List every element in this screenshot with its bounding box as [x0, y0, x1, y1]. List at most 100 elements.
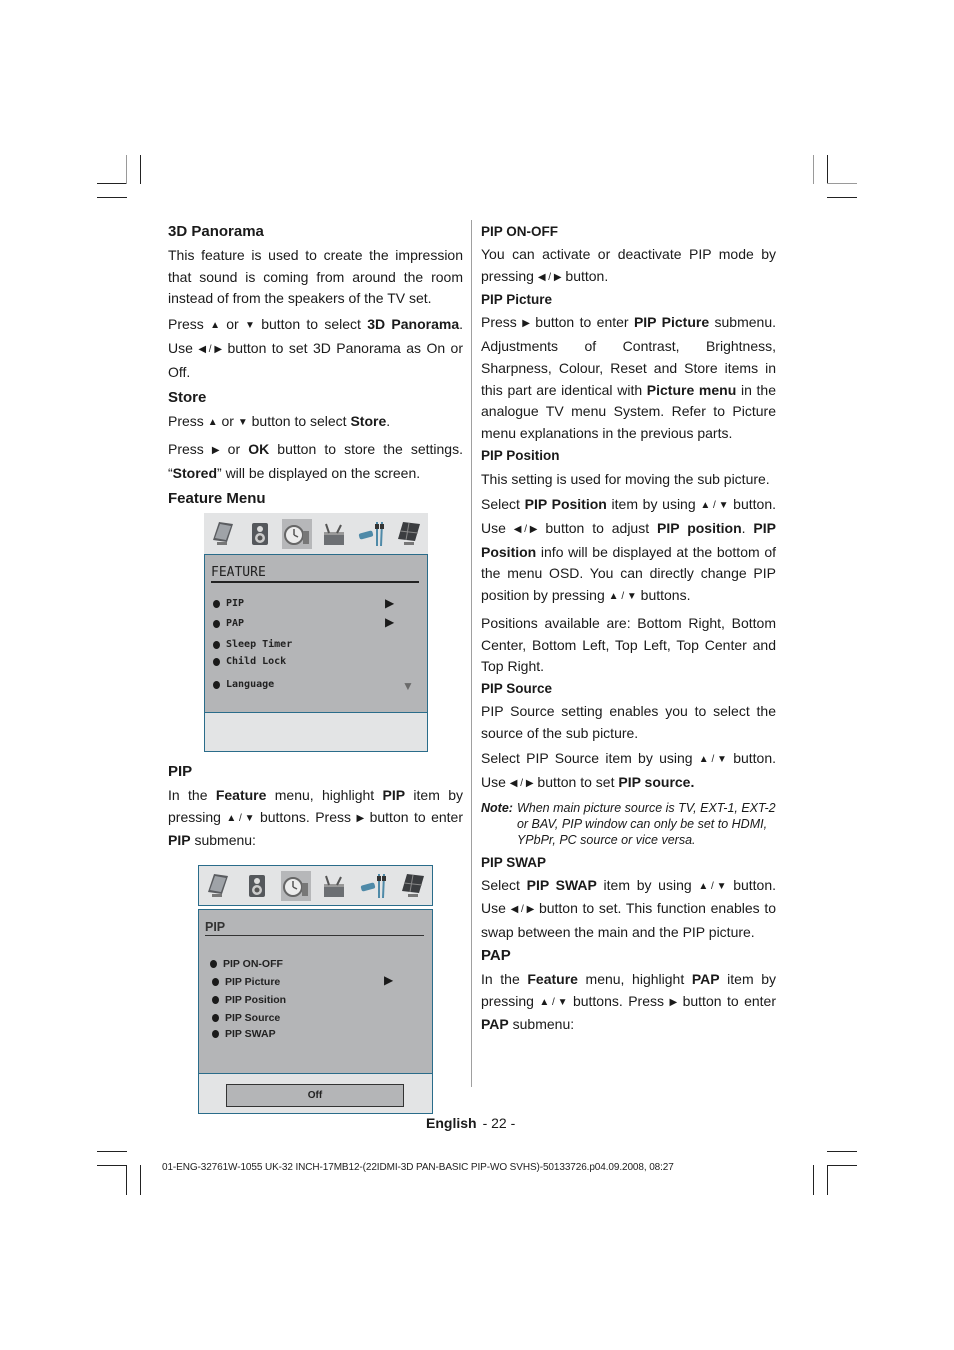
right-arrow-icon: ▶ — [669, 996, 678, 1008]
section-heading-3d-panorama: 3D Panorama — [168, 223, 264, 240]
submenu-arrow-icon: ▶ — [385, 615, 395, 629]
menu-item-pip-swap[interactable]: PIP SWAP — [212, 1028, 276, 1040]
menu-item-language[interactable]: Language — [213, 679, 274, 690]
left-right-arrow-icon: ◀ / ▶ — [198, 343, 223, 355]
bullet-icon — [213, 599, 220, 608]
left-right-arrow-icon: ◀ / ▶ — [513, 524, 538, 536]
right-arrow-icon: ▶ — [522, 318, 530, 330]
submenu-arrow-icon: ▶ — [385, 596, 395, 610]
down-arrow-icon: ▼ — [245, 320, 255, 332]
section-heading-pap: PAP — [481, 946, 511, 964]
cable-source-icon[interactable] — [359, 871, 389, 901]
up-down-arrow-icon: ▲ / ▼ — [698, 754, 727, 766]
cable-source-icon[interactable] — [357, 519, 387, 549]
crop-mark — [140, 155, 141, 184]
clock-feature-icon[interactable] — [281, 870, 312, 901]
pip-source-description: PIP Source setting enables you to select… — [481, 702, 776, 741]
speaker-icon[interactable] — [242, 871, 272, 901]
bullet-icon — [212, 996, 219, 1004]
crop-mark — [813, 1165, 814, 1195]
menu-item-pip-picture[interactable]: PIP Picture — [212, 976, 280, 988]
pip-instructions: In the Feature menu, highlight PIP item … — [168, 787, 463, 849]
pap-instructions: In the Feature menu, highlight PAP item … — [481, 970, 777, 1033]
pip-position-description: This setting is used for moving the sub … — [481, 470, 770, 487]
menu-item-pip-position[interactable]: PIP Position — [212, 994, 286, 1006]
tv-picture-icon[interactable] — [208, 519, 238, 549]
note-label: Note: — [481, 800, 513, 815]
up-down-arrow-icon: ▲ / ▼ — [700, 500, 729, 512]
right-arrow-icon: ▶ — [356, 812, 365, 824]
left-right-arrow-icon: ◀ / ▶ — [509, 778, 534, 790]
column-divider — [471, 220, 472, 1087]
speaker-icon[interactable] — [245, 519, 275, 549]
crop-mark — [813, 155, 814, 184]
up-down-arrow-icon: ▲ / ▼ — [226, 812, 255, 824]
crop-mark — [97, 197, 127, 198]
crop-mark — [827, 1165, 857, 1166]
section-heading-store: Store — [168, 389, 207, 407]
pip-source-note: Note: When main picture source is TV, EX… — [481, 800, 776, 848]
bullet-icon — [213, 640, 220, 649]
crop-mark — [827, 1165, 828, 1195]
up-arrow-icon: ▲ — [207, 417, 218, 429]
toolbox-install-icon[interactable] — [320, 871, 350, 901]
pip-section: PIP In the Feature menu, highlight PIP i… — [168, 761, 463, 856]
tv-picture-icon[interactable] — [203, 871, 233, 901]
left-right-arrow-icon: ◀ / ▶ — [510, 904, 535, 916]
up-down-arrow-icon: ▲ / ▼ — [698, 880, 727, 892]
submenu-arrow-icon: ▶ — [384, 973, 394, 987]
page-number: English - 22 - — [426, 1115, 515, 1131]
menu-item-pip[interactable]: PIP — [213, 598, 244, 609]
left-right-arrow-icon: ◀ / ▶ — [537, 271, 562, 283]
bullet-icon — [210, 960, 217, 968]
bullet-icon — [212, 1014, 219, 1022]
pip-position-instructions: Select PIP Position item by using ▲ / ▼ … — [481, 494, 776, 609]
pip-position-options: Positions available are: Bottom Right, B… — [481, 614, 776, 675]
page-number-value: - 22 - — [482, 1115, 516, 1131]
crop-mark — [97, 1151, 127, 1152]
note-text: When main picture source is TV, EXT-1, E… — [516, 800, 776, 847]
scroll-down-icon[interactable]: ▼ — [402, 679, 414, 693]
store-confirm-instructions: Press ▶ or OK button to store the settin… — [168, 440, 463, 481]
language-label: English — [426, 1115, 477, 1131]
monitor-pc-icon[interactable] — [398, 871, 428, 901]
crop-mark — [827, 197, 857, 198]
right-arrow-icon: ▶ — [211, 444, 220, 456]
toolbox-install-icon[interactable] — [320, 519, 350, 549]
up-arrow-icon: ▲ — [210, 320, 220, 332]
pip-value-display: Off — [226, 1084, 404, 1107]
up-down-arrow-icon: ▲ / ▼ — [608, 591, 637, 603]
menu-icon-bar — [204, 513, 428, 554]
feature-menu-osd: FEATURE PIP ▶ PAP ▶ Sleep Timer Child Lo… — [204, 513, 428, 752]
menu-item-pip-on-off[interactable]: PIP ON-OFF — [210, 958, 283, 970]
crop-mark — [827, 183, 857, 184]
section-heading-pip-swap: PIP SWAP — [481, 854, 547, 870]
feature-menu-title: FEATURE — [211, 555, 419, 583]
monitor-pc-icon[interactable] — [394, 519, 424, 549]
right-column: PIP ON-OFF You can activate or deactivat… — [481, 221, 776, 1040]
crop-mark — [827, 155, 828, 184]
pip-on-off-description: You can activate or deactivate PIP mode … — [481, 244, 776, 289]
feature-menu-info-bar — [204, 713, 428, 752]
crop-mark — [140, 1165, 141, 1195]
menu-item-child-lock[interactable]: Child Lock — [213, 656, 286, 667]
section-heading-pip-on-off: PIP ON-OFF — [481, 224, 559, 239]
menu-item-pap[interactable]: PAP — [213, 618, 244, 629]
menu-item-pip-source[interactable]: PIP Source — [212, 1012, 280, 1024]
down-arrow-icon: ▼ — [237, 417, 248, 429]
section-heading-pip-picture: PIP Picture — [481, 292, 553, 308]
section-heading-feature-menu: Feature Menu — [168, 490, 266, 508]
bullet-icon — [212, 1030, 219, 1038]
crop-mark — [126, 1165, 127, 1195]
pip-source-instructions: Select PIP Source item by using ▲ / ▼ bu… — [481, 748, 776, 795]
section-heading-pip-position: PIP Position — [481, 447, 560, 463]
pip-menu-osd: PIP PIP ON-OFF PIP Picture ▶ PIP Positio… — [198, 865, 433, 1114]
clock-feature-icon[interactable] — [282, 518, 313, 549]
bullet-icon — [213, 619, 220, 628]
crop-mark — [97, 1165, 127, 1166]
panorama-description: This feature is used to create the impre… — [168, 247, 463, 307]
bullet-icon — [213, 680, 220, 689]
section-heading-pip: PIP — [168, 763, 193, 780]
menu-item-sleep-timer[interactable]: Sleep Timer — [213, 639, 292, 650]
store-select-instructions: Press ▲ or ▼ button to select Store. — [168, 411, 463, 435]
